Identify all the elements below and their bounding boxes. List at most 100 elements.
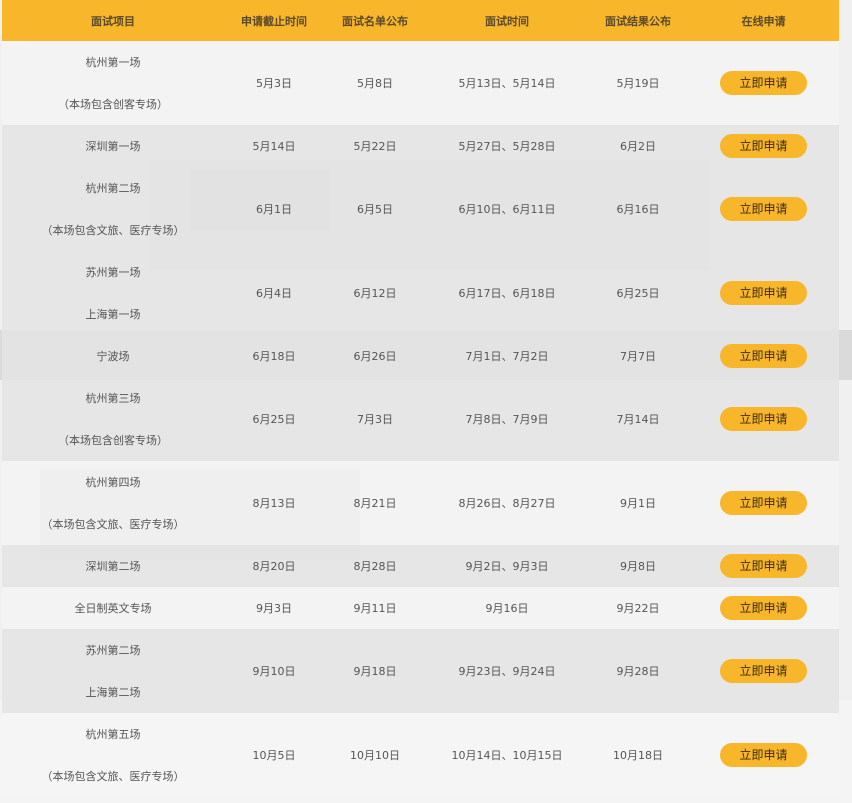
project-line: （本场包含创客专场） [58, 98, 168, 111]
row-interview-time: 6月10日、6月11日 [458, 203, 556, 216]
table-row: 苏州第一场 上海第一场 6月4日 6月12日 6月17日、6月18日 6月25日 立即申请 [2, 251, 839, 335]
apply-now-button[interactable]: 立即申请 [720, 71, 807, 95]
row-list-publish: 8月21日 [353, 497, 397, 510]
row-project: 宁波场 [2, 335, 224, 377]
row-interview-time: 5月27日、5月28日 [458, 140, 556, 153]
apply-now-button[interactable]: 立即申请 [720, 197, 807, 221]
row-apply-cell: 立即申请 [688, 491, 839, 515]
project-line: （本场包含文旅、医疗专场） [41, 518, 185, 531]
row-deadline: 6月18日 [252, 350, 296, 363]
apply-now-button[interactable]: 立即申请 [720, 407, 807, 431]
row-result-publish: 10月18日 [613, 749, 663, 762]
interview-schedule-table: 面试项目 申请截止时间 面试名单公布 面试时间 面试结果公布 在线申请 杭州第一… [2, 0, 839, 797]
project-line: 杭州第二场 [85, 182, 141, 195]
row-deadline: 5月14日 [252, 140, 296, 153]
project-line: 苏州第一场 [85, 266, 141, 279]
apply-now-button[interactable]: 立即申请 [720, 596, 807, 620]
row-result-publish: 7月14日 [616, 413, 660, 426]
row-list-publish: 10月10日 [350, 749, 400, 762]
row-interview-time: 9月23日、9月24日 [458, 665, 556, 678]
row-deadline: 9月10日 [252, 665, 296, 678]
row-result-publish: 9月28日 [616, 665, 660, 678]
row-project: 深圳第一场 [2, 125, 224, 167]
row-apply-cell: 立即申请 [688, 134, 839, 158]
row-project: 杭州第五场 （本场包含文旅、医疗专场） [2, 713, 224, 797]
row-interview-time: 6月17日、6月18日 [458, 287, 556, 300]
row-list-publish: 6月26日 [353, 350, 397, 363]
row-list-publish: 6月5日 [357, 203, 393, 216]
project-line: 深圳第一场 [85, 140, 141, 153]
row-deadline: 6月4日 [256, 287, 292, 300]
table-row: 深圳第二场 8月20日 8月28日 9月2日、9月3日 9月8日 立即申请 [2, 545, 839, 587]
table-body: 杭州第一场 （本场包含创客专场） 5月3日 5月8日 5月13日、5月14日 5月19日立… [2, 41, 839, 797]
row-apply-cell: 立即申请 [688, 554, 839, 578]
table-row: 杭州第三场 （本场包含创客专场） 6月25日 7月3日 7月8日、7月9日 7月14日 立即… [2, 377, 839, 461]
row-apply-cell: 立即申请 [688, 743, 839, 767]
row-deadline: 6月25日 [252, 413, 296, 426]
row-result-publish: 9月8日 [620, 560, 656, 573]
row-apply-cell: 立即申请 [688, 281, 839, 305]
row-apply-cell: 立即申请 [688, 197, 839, 221]
row-list-publish: 7月3日 [357, 413, 393, 426]
table-row: 全日制英文专场 9月3日 9月11日 9月16日 9月22日 立即申请 [2, 587, 839, 629]
row-result-publish: 6月16日 [616, 203, 660, 216]
project-line: 杭州第四场 [85, 476, 141, 489]
row-apply-cell: 立即申请 [688, 659, 839, 683]
row-result-publish: 6月25日 [616, 287, 660, 300]
table-row: 宁波场 6月18日 6月26日 7月1日、7月2日 7月7日 立即申请 [2, 335, 839, 377]
row-result-publish: 9月1日 [620, 497, 656, 510]
project-line: 杭州第三场 [85, 392, 141, 405]
apply-now-button[interactable]: 立即申请 [720, 659, 807, 683]
row-deadline: 5月3日 [256, 77, 292, 90]
row-project: 全日制英文专场 [2, 587, 224, 629]
row-list-publish: 5月22日 [353, 140, 397, 153]
row-interview-time: 7月8日、7月9日 [465, 413, 549, 426]
table-row: 深圳第一场 5月14日 5月22日 5月27日、5月28日 6月2日 立即申请 [2, 125, 839, 167]
row-interview-time: 8月26日、8月27日 [458, 497, 556, 510]
row-project: 杭州第二场 （本场包含文旅、医疗专场） [2, 167, 224, 251]
apply-now-button[interactable]: 立即申请 [720, 491, 807, 515]
table-row: 杭州第四场 （本场包含文旅、医疗专场） 8月13日 8月21日 8月26日、8月27日 9… [2, 461, 839, 545]
row-list-publish: 8月28日 [353, 560, 397, 573]
table-row: 苏州第二场 上海第二场 9月10日 9月18日 9月23日、9月24日 9月28日 立即申请 [2, 629, 839, 713]
row-apply-cell: 立即申请 [688, 71, 839, 95]
table-row: 杭州第五场 （本场包含文旅、医疗专场） 10月5日 10月10日 10月14日、10月1… [2, 713, 839, 797]
row-interview-time: 5月13日、5月14日 [458, 77, 556, 90]
project-line: 杭州第五场 [85, 728, 141, 741]
row-interview-time: 7月1日、7月2日 [465, 350, 549, 363]
apply-now-button[interactable]: 立即申请 [720, 281, 807, 305]
apply-now-button[interactable]: 立即申请 [720, 743, 807, 767]
row-project: 杭州第四场 （本场包含文旅、医疗专场） [2, 461, 224, 545]
row-list-publish: 9月18日 [353, 665, 397, 678]
apply-now-button[interactable]: 立即申请 [720, 134, 807, 158]
row-project: 杭州第一场 （本场包含创客专场） [2, 41, 224, 125]
table-header: 面试项目 申请截止时间 面试名单公布 面试时间 面试结果公布 在线申请 [2, 0, 839, 41]
row-result-publish: 6月2日 [620, 140, 656, 153]
table-row: 杭州第二场 （本场包含文旅、医疗专场） 6月1日 6月5日 6月10日、6月11日 6月1… [2, 167, 839, 251]
row-project: 苏州第一场 上海第一场 [2, 251, 224, 335]
row-apply-cell: 立即申请 [688, 407, 839, 431]
project-line: 深圳第二场 [85, 560, 141, 573]
row-result-publish: 7月7日 [620, 350, 656, 363]
row-deadline: 9月3日 [256, 602, 292, 615]
row-deadline: 6月1日 [256, 203, 292, 216]
apply-now-button[interactable]: 立即申请 [720, 344, 807, 368]
row-list-publish: 6月12日 [353, 287, 397, 300]
project-line: （本场包含文旅、医疗专场） [41, 224, 185, 237]
project-line: 上海第二场 [85, 686, 141, 699]
row-list-publish: 9月11日 [353, 602, 397, 615]
row-list-publish: 5月8日 [357, 77, 393, 90]
project-line: （本场包含创客专场） [58, 434, 168, 447]
row-project: 深圳第二场 [2, 545, 224, 587]
header-project: 面试项目 [91, 14, 135, 28]
row-interview-time: 10月14日、10月15日 [451, 749, 563, 762]
header-apply-online: 在线申请 [741, 14, 786, 28]
row-interview-time: 9月2日、9月3日 [465, 560, 549, 573]
row-apply-cell: 立即申请 [688, 596, 839, 620]
project-line: （本场包含文旅、医疗专场） [41, 770, 185, 783]
row-result-publish: 5月19日 [616, 77, 660, 90]
row-project: 杭州第三场 （本场包含创客专场） [2, 377, 224, 461]
header-interview-time: 面试时间 [485, 14, 529, 28]
apply-now-button[interactable]: 立即申请 [720, 554, 807, 578]
project-line: 全日制英文专场 [74, 602, 152, 615]
